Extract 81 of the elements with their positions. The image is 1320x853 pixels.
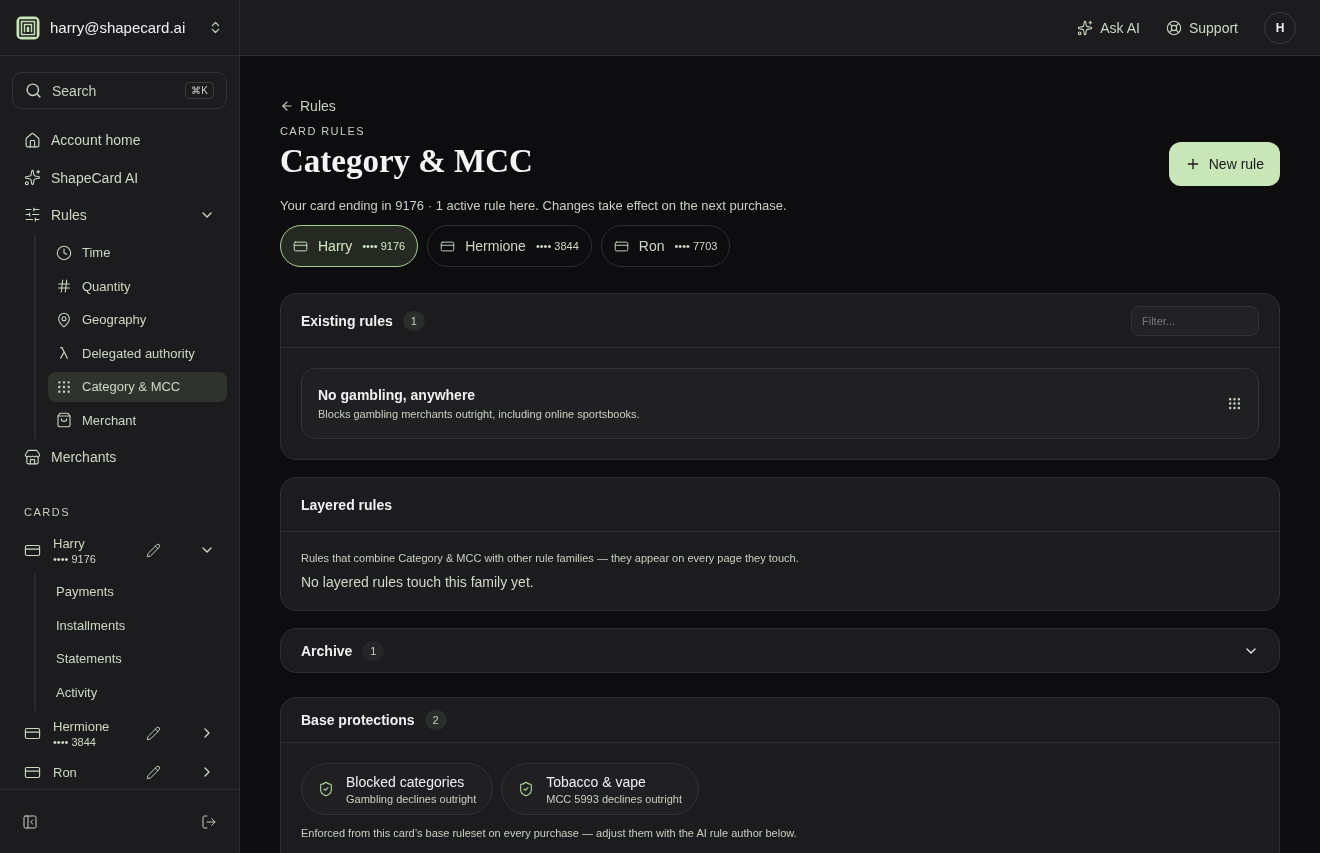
panel-description: Rules that combine Category & MCC with other rule families — they appear on every page they touch. bbox=[301, 552, 800, 564]
rule-description: Blocks gambling merchants outright, including online sportsbooks. bbox=[318, 408, 641, 420]
credit-card-icon bbox=[24, 725, 41, 742]
lifebuoy-icon bbox=[1165, 19, 1182, 36]
nav-item[interactable]: ShapeCard AI bbox=[12, 158, 227, 197]
card-nav-item[interactable]: Hermione •••• 3844 bbox=[12, 711, 227, 756]
panel-title: Layered rules bbox=[301, 496, 393, 513]
page-title: Category & MCC bbox=[280, 143, 533, 180]
protection-description: MCC 5993 declines outright bbox=[546, 792, 682, 805]
account-email: harry@shapecard.ai bbox=[50, 19, 187, 36]
card-tab[interactable]: Harry •••• 9176 bbox=[280, 225, 419, 267]
empty-message: No layered rules touch this family yet. bbox=[301, 574, 535, 590]
map-pin-icon bbox=[56, 311, 72, 328]
protection-description: Gambling declines outright bbox=[346, 792, 477, 805]
panel-note: Enforced from this card’s base ruleset on every purchase — adjust them with the AI rule author below. bbox=[301, 827, 798, 839]
logo-icon bbox=[16, 15, 40, 40]
bag-icon bbox=[56, 412, 72, 429]
search-icon bbox=[25, 82, 42, 100]
panel-title: Base protections bbox=[301, 712, 415, 728]
nav-subitem[interactable]: Activity bbox=[48, 677, 227, 708]
new-rule-button[interactable]: New rule bbox=[1168, 142, 1280, 186]
count-badge: 2 bbox=[424, 710, 447, 730]
nav-subitem[interactable]: Payments bbox=[48, 577, 227, 607]
nav-subitem[interactable]: Merchant bbox=[48, 405, 227, 436]
panel-title: Archive bbox=[301, 642, 353, 659]
support-link[interactable]: Support bbox=[1165, 19, 1238, 36]
sparkles-icon bbox=[1077, 19, 1094, 36]
account-switcher[interactable]: harry@shapecard.ai bbox=[0, 0, 239, 56]
ask-ai-link[interactable]: Ask AI bbox=[1077, 19, 1140, 36]
archive-panel[interactable]: Archive 1 bbox=[280, 628, 1280, 673]
protection-title: Blocked categories bbox=[346, 773, 466, 790]
nav-subitem[interactable]: Delegated authority bbox=[48, 338, 227, 369]
nav-subitem[interactable]: Installments bbox=[48, 610, 227, 641]
pencil-icon[interactable] bbox=[146, 765, 161, 780]
card-name: Harry bbox=[53, 536, 86, 551]
card-name: Ron bbox=[53, 765, 78, 780]
eyebrow-label: CARD RULES bbox=[280, 125, 366, 137]
grid-icon bbox=[56, 378, 72, 395]
credit-card-icon bbox=[24, 764, 41, 781]
nav-subitem[interactable]: Category & MCC bbox=[48, 371, 227, 402]
nav-item[interactable]: Account home bbox=[12, 121, 227, 159]
protection-title: Tobacco & vape bbox=[546, 773, 647, 790]
card-nav-item[interactable]: Harry •••• 9176 bbox=[12, 528, 227, 573]
nav-item[interactable]: Rules bbox=[12, 196, 227, 234]
pencil-icon[interactable] bbox=[146, 543, 161, 558]
nav-subitem[interactable]: Geography bbox=[48, 304, 227, 335]
shortcut-key: ⌘K bbox=[185, 82, 214, 100]
pencil-icon[interactable] bbox=[146, 726, 161, 741]
section-heading: CARDS bbox=[23, 505, 71, 520]
clock-icon bbox=[56, 244, 72, 261]
grip-icon[interactable] bbox=[1227, 396, 1242, 411]
store-icon bbox=[24, 448, 41, 466]
credit-card-icon bbox=[293, 238, 308, 254]
credit-card-icon bbox=[24, 542, 41, 559]
nav-subitem[interactable]: Statements bbox=[48, 644, 227, 674]
shield-check-icon bbox=[518, 781, 535, 797]
logout-icon[interactable] bbox=[201, 813, 217, 830]
card-number: •••• 3844 bbox=[53, 736, 97, 748]
card-number: •••• 9176 bbox=[53, 553, 97, 565]
nav-subitem[interactable]: Time bbox=[48, 237, 227, 268]
nav-subitem[interactable]: Quantity bbox=[48, 271, 227, 302]
rule-card[interactable]: No gambling, anywhere Blocks gambling merchants outright, including online sportsbooks. bbox=[301, 368, 1259, 439]
filter-field[interactable]: Filter... bbox=[1131, 305, 1259, 336]
credit-card-icon bbox=[440, 238, 456, 254]
count-badge: 1 bbox=[402, 310, 425, 331]
search-field[interactable]: Search ⌘K bbox=[12, 72, 227, 110]
count-badge: 1 bbox=[362, 640, 385, 661]
credit-card-icon bbox=[613, 238, 629, 254]
rule-title: No gambling, anywhere bbox=[318, 387, 477, 403]
shield-check-icon bbox=[318, 781, 334, 797]
card-nav-item[interactable]: Ron bbox=[12, 756, 227, 789]
back-link[interactable]: Rules bbox=[280, 98, 336, 114]
nav-item[interactable]: Merchants bbox=[12, 438, 227, 476]
home-icon bbox=[24, 131, 41, 149]
page-subtitle: Your card ending in 9176 · 1 active rule here. Changes take effect on the next purchase. bbox=[280, 198, 788, 213]
sparkles-icon bbox=[24, 169, 41, 186]
card-name: Hermione bbox=[53, 719, 111, 734]
panel-title: Existing rules bbox=[301, 312, 393, 329]
sliders-icon bbox=[24, 206, 41, 224]
hash-icon bbox=[56, 278, 72, 295]
collapse-sidebar-icon[interactable] bbox=[22, 813, 38, 830]
